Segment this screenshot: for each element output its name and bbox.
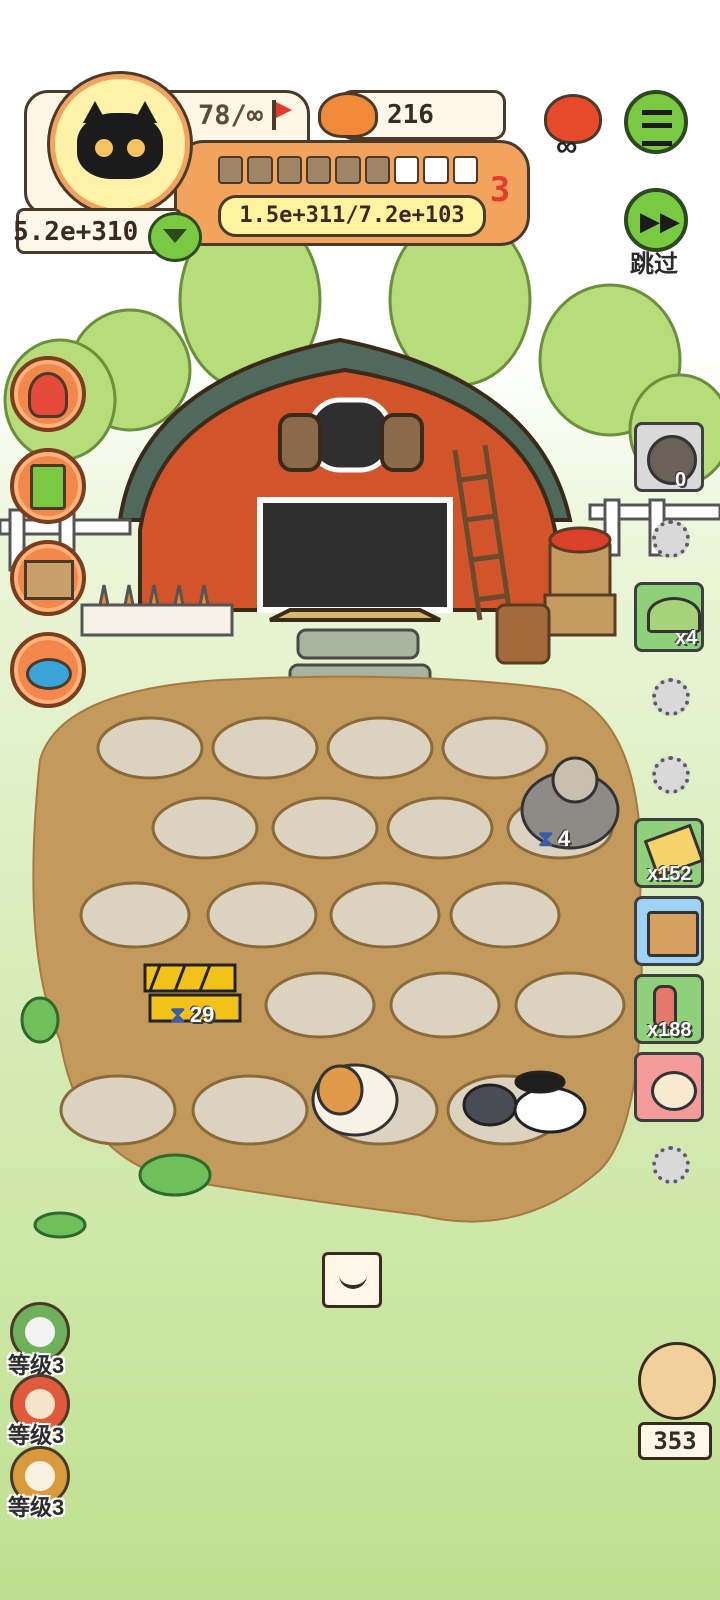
- shop-doll-button[interactable]: [10, 356, 86, 432]
- barrier-timer: ⧗ 29: [170, 1002, 214, 1028]
- box-button[interactable]: [10, 540, 86, 616]
- empty-slot-icon: [652, 756, 690, 794]
- hamster-counter: 353: [653, 1427, 697, 1455]
- worm-item-button[interactable]: x188: [634, 974, 704, 1044]
- tv-icon: [647, 911, 699, 957]
- empty-slot-icon: [652, 678, 690, 716]
- hamster-icon: [311, 1063, 399, 1137]
- level-label: 等级3: [8, 1495, 65, 1520]
- doll-icon: [28, 372, 68, 418]
- helmet-item-button[interactable]: x4: [634, 582, 704, 652]
- food-counter: 216: [387, 100, 434, 130]
- joystick-button[interactable]: [10, 632, 86, 708]
- rock-cookie-item-button[interactable]: 0: [634, 422, 704, 492]
- cardboard-box-icon: [24, 560, 74, 600]
- cat-ear-left-icon: [83, 101, 107, 123]
- green-creature-icon: [25, 1317, 55, 1347]
- rock-cookie-icon: [647, 435, 697, 485]
- progress-segment: [364, 156, 390, 184]
- collapse-drawer-button[interactable]: [322, 1252, 382, 1308]
- cat-food-bowl-icon: [318, 92, 378, 138]
- sloth-timer-value: 4: [557, 826, 571, 851]
- hourglass-icon: ⧗: [538, 826, 554, 851]
- event-button[interactable]: ∞: [538, 92, 602, 163]
- heart-cat-icon: [651, 1071, 697, 1111]
- ticket-item-button[interactable]: x152: [634, 818, 705, 888]
- menu-button[interactable]: [624, 90, 688, 154]
- progress-segment: [218, 156, 244, 184]
- menu-list-icon: [642, 110, 672, 146]
- hamster-counter-pill: 353: [638, 1422, 712, 1460]
- rat-icon: [462, 1083, 518, 1127]
- item-count: x4: [675, 627, 698, 649]
- tv-item-button[interactable]: [634, 896, 704, 966]
- expand-dropdown-button[interactable]: [148, 212, 202, 262]
- progress-segment: [452, 156, 478, 184]
- first-aid-button[interactable]: [10, 448, 86, 524]
- barrier-timer-value: 29: [189, 1002, 215, 1027]
- empty-slot-icon: [652, 1146, 690, 1184]
- first-aid-kit-icon: [30, 464, 66, 510]
- joystick-icon: [26, 658, 72, 690]
- progress-segment: [276, 156, 302, 184]
- hourglass-icon: ⧗: [170, 1002, 186, 1027]
- heart-cat-item-button[interactable]: [634, 1052, 704, 1122]
- skip-label: 跳过: [630, 250, 678, 278]
- progress-segments: [218, 156, 478, 184]
- progress-text-pill: 1.5e+311/7.2e+103: [218, 195, 486, 237]
- sloth-timer: ⧗ 4: [538, 826, 570, 852]
- fast-forward-icon: ▶▶: [640, 206, 680, 236]
- skip-button[interactable]: ▶▶: [624, 188, 688, 252]
- cat-eye-right-icon: [127, 139, 145, 157]
- item-count: 0: [675, 469, 687, 491]
- cat-ear-right-icon: [133, 101, 157, 123]
- coin-counter: 5.2e+310: [13, 217, 139, 247]
- progress-segment: [305, 156, 332, 184]
- drawer-handle-icon: [339, 1273, 367, 1289]
- mushroom-creature-icon: [25, 1461, 55, 1491]
- item-count: x188: [647, 1019, 692, 1041]
- chevron-down-icon: [163, 229, 187, 243]
- infinity-icon: ∞: [556, 130, 578, 163]
- empty-slot-icon: [652, 520, 690, 558]
- progress-segment: [423, 156, 449, 184]
- item-count: x152: [647, 863, 692, 885]
- progress-segment: [393, 156, 420, 184]
- hamster-shop-button[interactable]: 353: [634, 1342, 716, 1462]
- progress-segment: [335, 156, 361, 184]
- flag-icon: [272, 100, 292, 130]
- avatar[interactable]: [50, 74, 190, 214]
- cat-eye-left-icon: [95, 139, 113, 157]
- progress-text: 1.5e+311/7.2e+103: [239, 203, 465, 228]
- red-creature-icon: [25, 1389, 55, 1419]
- hamster-face-icon: [638, 1342, 716, 1420]
- energy-counter: 78/∞: [198, 100, 264, 131]
- level-number: 3: [489, 170, 511, 210]
- progress-segment: [247, 156, 273, 184]
